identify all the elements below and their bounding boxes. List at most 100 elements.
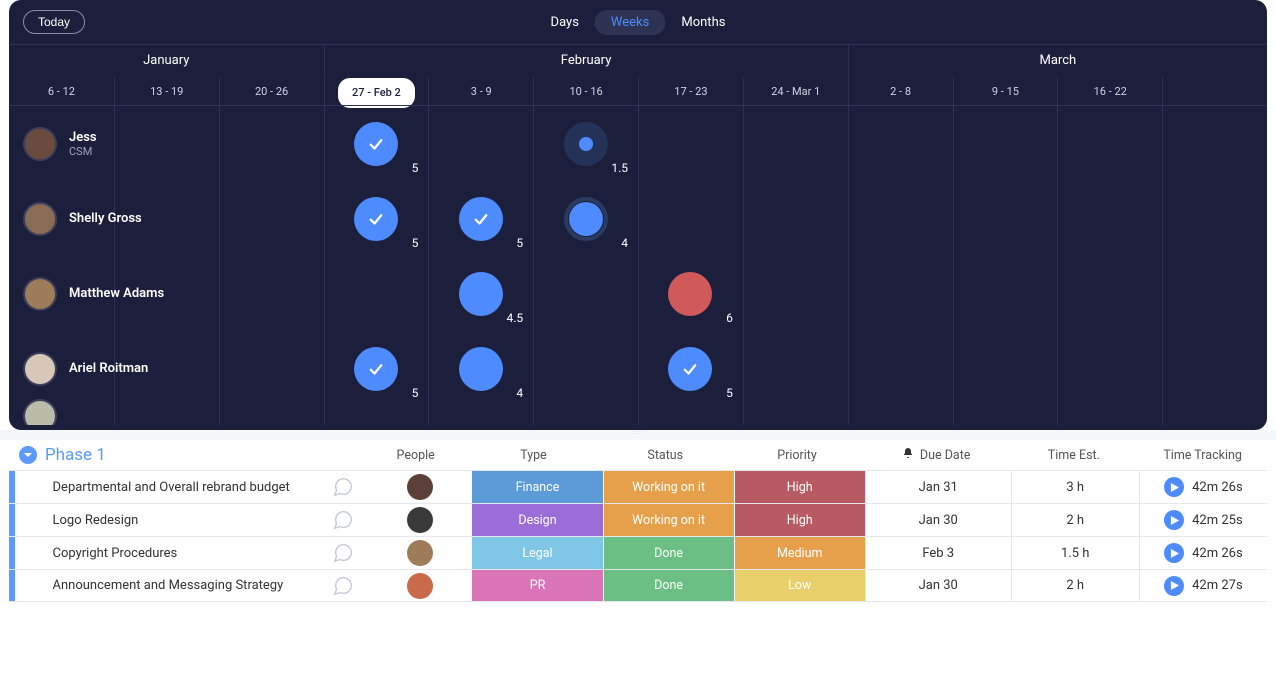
group-title[interactable]: Phase 1: [45, 445, 106, 465]
workload-cell[interactable]: 5: [324, 106, 429, 181]
play-icon[interactable]: [1164, 543, 1184, 563]
person-info[interactable]: Ariel Roitman: [23, 352, 148, 386]
task-name[interactable]: Departmental and Overall rebrand budget: [43, 471, 319, 503]
people-cell[interactable]: [368, 537, 472, 569]
type-tag[interactable]: Legal: [471, 537, 602, 569]
avatar[interactable]: [23, 277, 57, 311]
workload-bubble[interactable]: [668, 272, 712, 316]
people-cell[interactable]: [368, 471, 472, 503]
status-tag[interactable]: Working on it: [603, 504, 734, 536]
time-tracking-cell[interactable]: 42m 26s: [1139, 537, 1267, 569]
today-button[interactable]: Today: [23, 10, 85, 34]
workload-cell[interactable]: 4: [428, 331, 533, 406]
workload-cell[interactable]: 1.5: [533, 106, 638, 181]
chat-icon[interactable]: [319, 537, 368, 569]
task-row[interactable]: Logo Redesign DesignWorking on itHighJan …: [9, 503, 1267, 536]
avatar[interactable]: [23, 127, 57, 161]
time-tracking-cell[interactable]: 42m 26s: [1139, 471, 1267, 503]
time-tracking-cell[interactable]: 42m 27s: [1139, 570, 1267, 601]
task-row[interactable]: Departmental and Overall rebrand budget F…: [9, 470, 1267, 503]
workload-cell: [1162, 106, 1267, 181]
workload-bubble[interactable]: [459, 347, 503, 391]
time-tracking-cell[interactable]: 42m 25s: [1139, 504, 1267, 536]
week-header[interactable]: [1162, 77, 1267, 108]
check-icon[interactable]: [354, 197, 398, 241]
view-days[interactable]: Days: [535, 10, 595, 35]
time-estimate[interactable]: 2 h: [1011, 504, 1139, 536]
week-header[interactable]: 17 - 23: [638, 77, 743, 108]
week-header[interactable]: 20 - 26: [219, 77, 324, 108]
check-icon[interactable]: [354, 122, 398, 166]
week-header[interactable]: 16 - 22: [1057, 77, 1162, 108]
time-estimate[interactable]: 2 h: [1011, 570, 1139, 601]
check-icon[interactable]: [459, 197, 503, 241]
status-tag[interactable]: Working on it: [603, 471, 734, 503]
avatar[interactable]: [407, 540, 433, 566]
type-tag[interactable]: Design: [471, 504, 602, 536]
avatar[interactable]: [23, 399, 57, 425]
play-icon[interactable]: [1164, 510, 1184, 530]
avatar[interactable]: [407, 573, 433, 599]
type-tag[interactable]: Finance: [471, 471, 602, 503]
workload-cell[interactable]: 4: [533, 181, 638, 256]
check-icon[interactable]: [354, 347, 398, 391]
due-date[interactable]: Feb 3: [865, 537, 1011, 569]
task-row[interactable]: Copyright Procedures LegalDoneMediumFeb 3…: [9, 536, 1267, 569]
workload-value: 1.5: [611, 161, 628, 175]
timeline-body[interactable]: JessCSM51.5Shelly Gross554Matthew Adams4…: [9, 105, 1267, 425]
time-estimate[interactable]: 3 h: [1011, 471, 1139, 503]
task-name[interactable]: Logo Redesign: [43, 504, 319, 536]
status-tag[interactable]: Done: [603, 570, 734, 601]
play-icon[interactable]: [1164, 576, 1184, 596]
play-icon[interactable]: [1164, 477, 1184, 497]
week-header[interactable]: 13 - 19: [114, 77, 219, 108]
due-date[interactable]: Jan 30: [865, 570, 1011, 601]
priority-tag[interactable]: High: [734, 504, 865, 536]
priority-tag[interactable]: Medium: [734, 537, 865, 569]
workload-cell[interactable]: 5: [324, 181, 429, 256]
workload-bubble[interactable]: [564, 197, 608, 241]
person-info[interactable]: JessCSM: [23, 127, 97, 161]
week-header[interactable]: 9 - 15: [953, 77, 1058, 108]
week-header-row: 6 - 1213 - 1920 - 2627 - Feb 23 - 910 - …: [9, 77, 1267, 105]
time-estimate[interactable]: 1.5 h: [1011, 537, 1139, 569]
collapse-group-button[interactable]: [19, 446, 37, 464]
week-header[interactable]: 24 - Mar 1: [743, 77, 848, 108]
workload-bubble[interactable]: [564, 122, 608, 166]
view-weeks[interactable]: Weeks: [595, 10, 665, 35]
avatar[interactable]: [407, 507, 433, 533]
workload-cell[interactable]: 6: [638, 256, 743, 331]
week-header[interactable]: 2 - 8: [848, 77, 953, 108]
workload-cell[interactable]: 5: [638, 331, 743, 406]
check-icon[interactable]: [668, 347, 712, 391]
due-date[interactable]: Jan 30: [865, 504, 1011, 536]
avatar[interactable]: [407, 474, 433, 500]
chat-icon[interactable]: [319, 570, 368, 601]
week-header[interactable]: 3 - 9: [428, 77, 533, 108]
type-tag[interactable]: PR: [471, 570, 602, 601]
task-name[interactable]: Announcement and Messaging Strategy: [43, 570, 319, 601]
avatar[interactable]: [23, 202, 57, 236]
chat-icon[interactable]: [319, 504, 368, 536]
week-header[interactable]: 27 - Feb 2: [324, 77, 429, 108]
priority-tag[interactable]: Low: [734, 570, 865, 601]
task-row[interactable]: Announcement and Messaging Strategy PRDon…: [9, 569, 1267, 602]
priority-tag[interactable]: High: [734, 471, 865, 503]
person-info[interactable]: Matthew Adams: [23, 277, 164, 311]
view-months[interactable]: Months: [665, 10, 741, 35]
status-tag[interactable]: Done: [603, 537, 734, 569]
week-header[interactable]: 10 - 16: [533, 77, 638, 108]
people-cell[interactable]: [368, 504, 472, 536]
workload-cell[interactable]: 4.5: [428, 256, 533, 331]
task-name[interactable]: Copyright Procedures: [43, 537, 319, 569]
workload-cell[interactable]: 5: [324, 331, 429, 406]
due-date[interactable]: Jan 31: [865, 471, 1011, 503]
avatar[interactable]: [23, 352, 57, 386]
workload-cell[interactable]: 5: [428, 181, 533, 256]
chat-icon[interactable]: [319, 471, 368, 503]
people-cell[interactable]: [368, 570, 472, 601]
person-info[interactable]: Shelly Gross: [23, 202, 142, 236]
week-header[interactable]: 6 - 12: [9, 77, 114, 108]
person-role: CSM: [69, 145, 97, 158]
workload-bubble[interactable]: [459, 272, 503, 316]
